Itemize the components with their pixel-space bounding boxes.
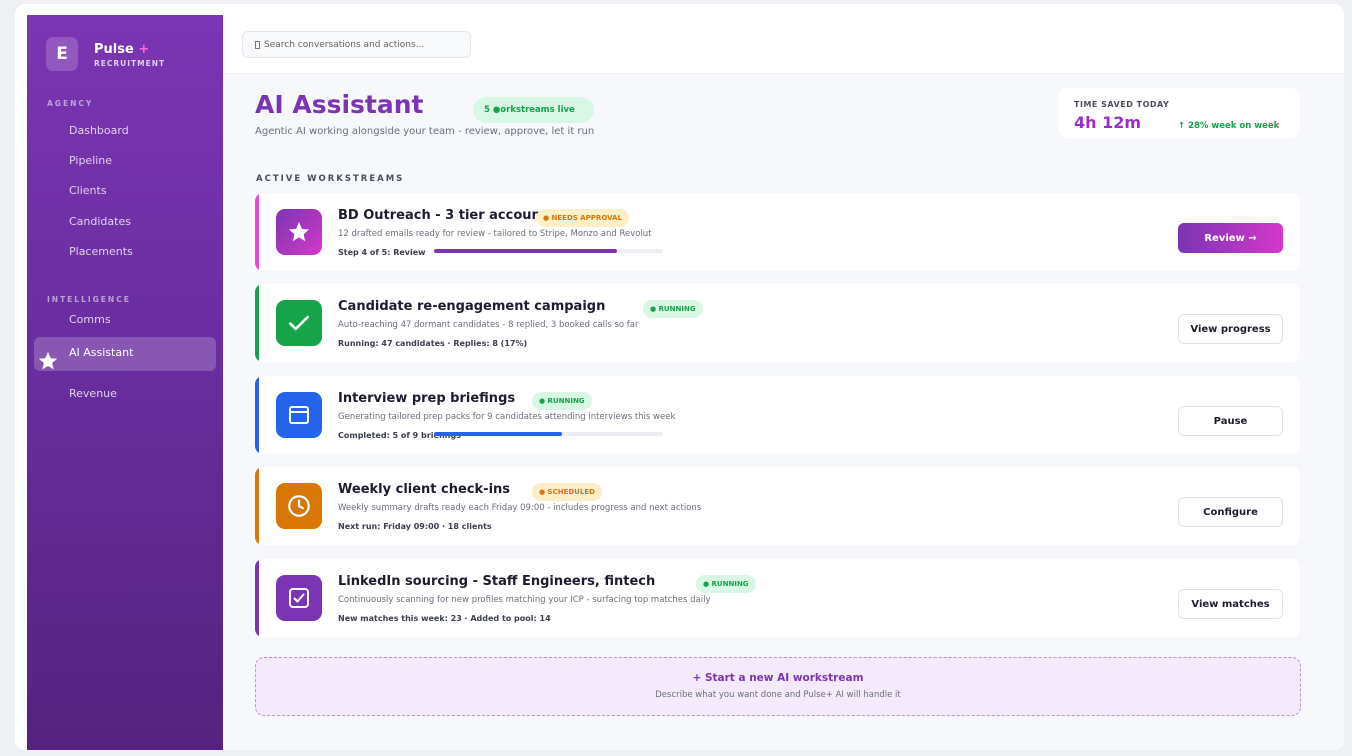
brand-logo: E	[46, 37, 78, 71]
sidebar-item-ai-assistant[interactable]: AI Assistant	[34, 337, 216, 371]
progress-bar	[434, 432, 663, 436]
sidebar: E Pulse + RECRUITMENT AGENCY Dashboard P…	[27, 15, 223, 750]
accent-stripe	[255, 559, 259, 637]
window-icon	[276, 392, 322, 438]
workstream-description: Continuously scanning for new profiles m…	[338, 595, 711, 605]
accent-stripe	[255, 284, 259, 362]
workstream-description: 12 drafted emails ready for review - tai…	[338, 229, 652, 239]
progress-bar	[434, 249, 663, 253]
workstream-title: BD Outreach - 3 tier accounts	[338, 208, 555, 223]
sidebar-section-agency: AGENCY	[47, 99, 94, 108]
status-badge: ● RUNNING	[532, 392, 592, 410]
star-icon	[276, 209, 322, 255]
workstream-title: Interview prep briefings	[338, 391, 516, 406]
workstream-card: LinkedIn sourcing - Staff Engineers, fin…	[255, 559, 1300, 637]
page-subtitle: Agentic AI working alongside your team -…	[255, 126, 595, 137]
search-icon	[255, 40, 260, 49]
sidebar-section-intelligence: INTELLIGENCE	[47, 295, 131, 304]
sidebar-item-pipeline[interactable]: Pipeline	[69, 154, 112, 167]
checkbox-icon	[276, 575, 322, 621]
clock-icon	[276, 483, 322, 529]
pause-button[interactable]: Pause	[1178, 406, 1283, 436]
section-label: ACTIVE WORKSTREAMS	[256, 174, 405, 184]
progress-fill	[434, 432, 563, 436]
view-matches-button[interactable]: View matches	[1178, 589, 1283, 619]
time-saved-delta: ↑ 28% week on week	[1178, 121, 1280, 131]
main-content: AI Assistant 5 ●orkstreams live Agentic …	[223, 74, 1344, 750]
search-input[interactable]: Search conversations and actions...	[242, 31, 471, 58]
new-workstream-subtitle: Describe what you want done and Pulse+ A…	[655, 690, 901, 700]
view-progress-button[interactable]: View progress	[1178, 314, 1283, 344]
time-saved-value: 4h 12m	[1074, 113, 1142, 132]
workstream-meta: Next run: Friday 09:00 · 18 clients	[338, 522, 492, 531]
workstream-title: Candidate re-engagement campaign	[338, 299, 606, 314]
sidebar-item-label: AI Assistant	[69, 346, 134, 359]
accent-stripe	[255, 376, 259, 454]
checkmark-icon	[276, 300, 322, 346]
workstream-description: Auto-reaching 47 dormant candidates - 8 …	[338, 320, 639, 330]
sidebar-item-clients[interactable]: Clients	[69, 184, 107, 197]
search-placeholder: Search conversations and actions...	[264, 39, 425, 50]
time-saved-label: TIME SAVED TODAY	[1074, 100, 1170, 109]
new-workstream-title: + Start a new AI workstream	[692, 672, 864, 684]
accent-stripe	[255, 467, 259, 545]
workstream-title: LinkedIn sourcing - Staff Engineers, fin…	[338, 574, 656, 589]
new-workstream-card[interactable]: + Start a new AI workstream Describe wha…	[255, 657, 1301, 716]
workstream-card: BD Outreach - 3 tier accounts ● NEEDS AP…	[255, 193, 1300, 271]
time-saved-card: TIME SAVED TODAY 4h 12m ↑ 28% week on we…	[1058, 88, 1300, 138]
progress-fill	[434, 249, 618, 253]
status-badge: ● RUNNING	[643, 300, 703, 318]
status-badge: ● RUNNING	[696, 575, 756, 593]
status-badge: ● NEEDS APPROVAL	[536, 209, 629, 227]
top-bar: Search conversations and actions...	[223, 4, 1344, 74]
workstream-meta: Running: 47 candidates · Replies: 8 (17%…	[338, 339, 528, 348]
configure-button[interactable]: Configure	[1178, 497, 1283, 527]
star-icon	[38, 351, 58, 370]
sidebar-item-dashboard[interactable]: Dashboard	[69, 124, 129, 137]
accent-stripe	[255, 193, 259, 271]
sidebar-item-comms[interactable]: Comms	[69, 313, 111, 326]
sidebar-item-candidates[interactable]: Candidates	[69, 215, 131, 228]
status-badge: ● SCHEDULED	[532, 483, 602, 501]
workstream-meta: New matches this week: 23 · Added to poo…	[338, 614, 551, 623]
brand-name: Pulse +	[94, 42, 150, 57]
workstream-description: Weekly summary drafts ready each Friday …	[338, 503, 702, 513]
live-status-badge: 5 ●orkstreams live	[473, 97, 594, 123]
sidebar-item-revenue[interactable]: Revenue	[69, 387, 117, 400]
workstream-title: Weekly client check-ins	[338, 482, 511, 497]
workstream-card: Weekly client check-ins ● SCHEDULED Week…	[255, 467, 1300, 545]
app-window: E Pulse + RECRUITMENT AGENCY Dashboard P…	[15, 4, 1344, 750]
sidebar-item-placements[interactable]: Placements	[69, 245, 133, 258]
review-button[interactable]: Review →	[1178, 223, 1283, 253]
workstream-meta: Step 4 of 5: Review	[338, 248, 426, 257]
workstream-description: Generating tailored prep packs for 9 can…	[338, 412, 676, 422]
page-title: AI Assistant	[255, 90, 424, 119]
workstream-card: Candidate re-engagement campaign ● RUNNI…	[255, 284, 1300, 362]
brand-subtitle: RECRUITMENT	[94, 59, 166, 68]
workstream-card: Interview prep briefings ● RUNNING Gener…	[255, 376, 1300, 454]
